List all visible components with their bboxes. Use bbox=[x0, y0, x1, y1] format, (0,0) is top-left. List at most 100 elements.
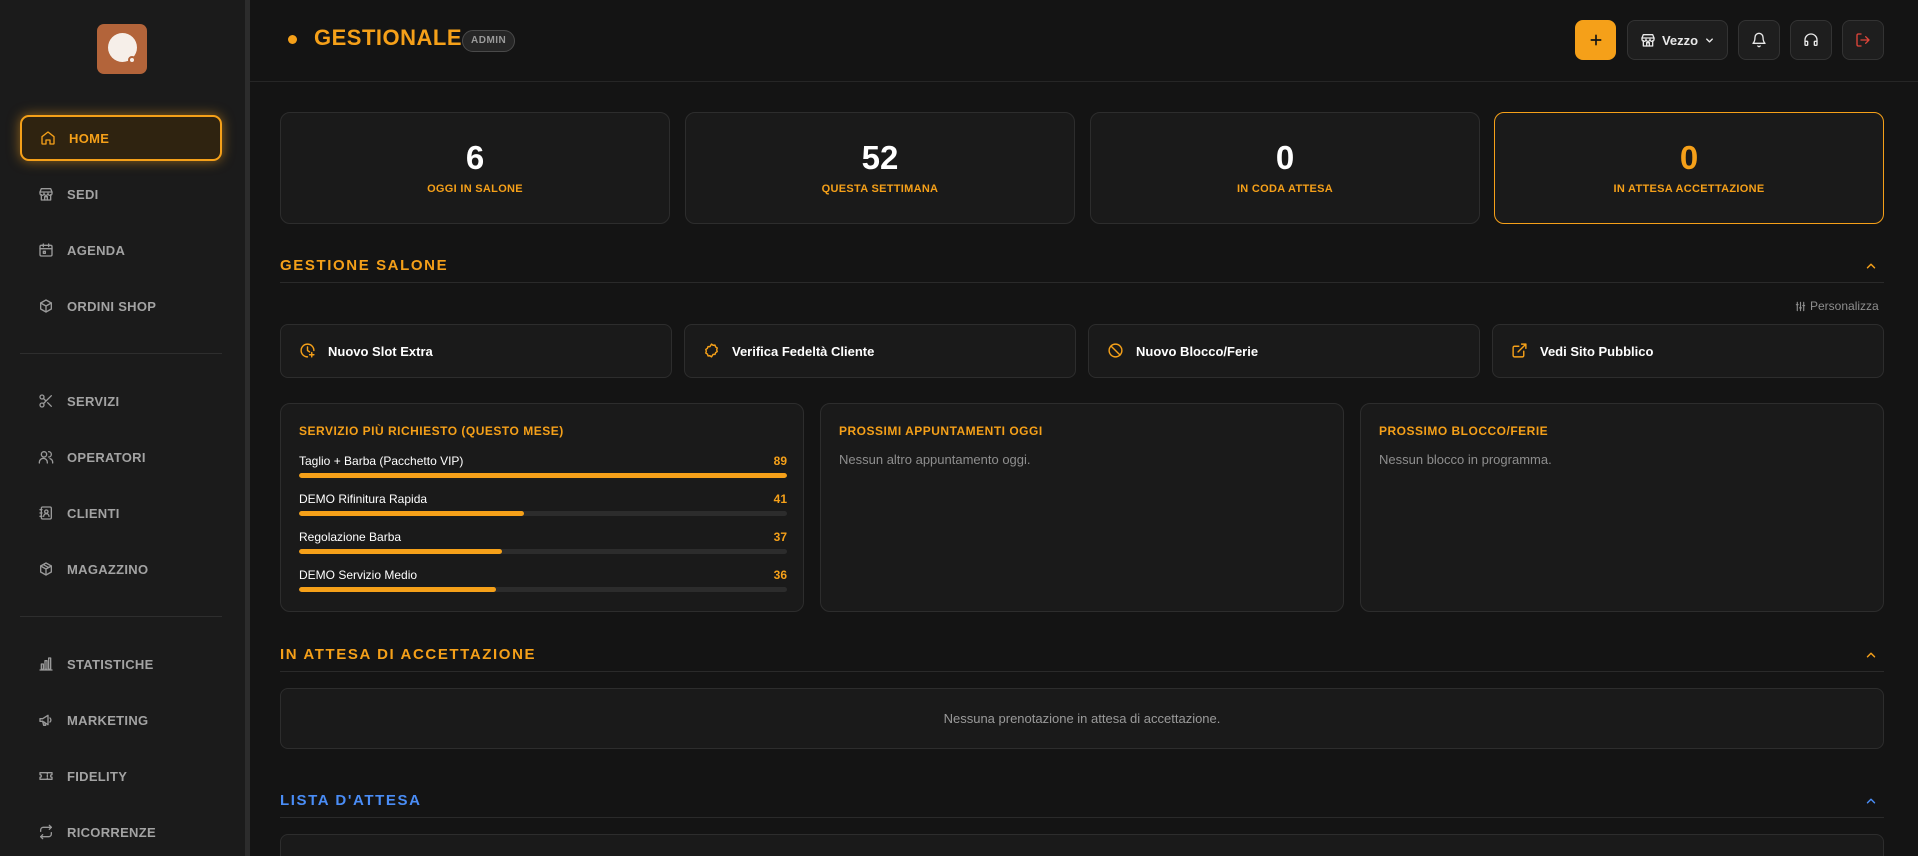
action-label: Nuovo Blocco/Ferie bbox=[1136, 343, 1259, 359]
sidebar-item-label: MAGAZZINO bbox=[67, 561, 149, 577]
service-bar-fill bbox=[299, 587, 497, 592]
badge-icon bbox=[703, 342, 721, 360]
logout-icon bbox=[1856, 33, 1870, 47]
section-pending-acceptance[interactable]: IN ATTESA DI ACCETTAZIONE bbox=[280, 642, 1884, 672]
service-count: 41 bbox=[773, 492, 787, 506]
service-bar-track bbox=[299, 511, 787, 516]
chevron-up-icon[interactable] bbox=[1864, 259, 1878, 273]
box-icon bbox=[37, 560, 55, 578]
stat-card-coda[interactable]: 0 IN CODA ATTESA bbox=[1090, 112, 1480, 224]
section-title: IN ATTESA DI ACCETTAZIONE bbox=[280, 646, 537, 663]
plus-icon bbox=[1590, 34, 1601, 46]
sidebar-item-ricorrenze[interactable]: RICORRENZE bbox=[20, 809, 222, 855]
action-label: Verifica Fedeltà Cliente bbox=[732, 343, 875, 359]
action-label: Vedi Sito Pubblico bbox=[1540, 343, 1654, 359]
page-title: GESTIONALE bbox=[314, 25, 463, 50]
chevron-down-icon bbox=[1706, 37, 1713, 43]
logout-button[interactable] bbox=[1842, 20, 1884, 60]
sidebar-item-label: FIDELITY bbox=[67, 768, 128, 784]
external-link-icon bbox=[1511, 342, 1529, 360]
section-title: GESTIONE SALONE bbox=[280, 257, 449, 274]
action-nuovo-slot-extra[interactable]: Nuovo Slot Extra bbox=[280, 324, 672, 378]
service-count: 37 bbox=[773, 530, 787, 544]
sidebar-divider bbox=[20, 353, 222, 354]
action-label: Nuovo Slot Extra bbox=[328, 343, 433, 359]
sidebar: HOME SEDI AGENDA ORDINI SHOP SERVIZI OPE… bbox=[0, 0, 245, 856]
section-title: LISTA D'ATTESA bbox=[280, 792, 422, 809]
service-name: Regolazione Barba bbox=[299, 530, 402, 544]
pending-empty-box: Nessuna prenotazione in attesa di accett… bbox=[280, 688, 1884, 749]
service-bar-track bbox=[299, 587, 787, 592]
stat-value: 0 bbox=[1679, 139, 1699, 176]
sidebar-item-fidelity[interactable]: FIDELITY bbox=[20, 753, 222, 799]
sidebar-item-home[interactable]: HOME bbox=[20, 115, 222, 161]
section-gestione-salone[interactable]: GESTIONE SALONE bbox=[280, 253, 1884, 283]
repeat-icon bbox=[37, 823, 55, 841]
sidebar-item-magazzino[interactable]: MAGAZZINO bbox=[20, 546, 222, 592]
stat-card-accettazione[interactable]: 0 IN ATTESA ACCETTAZIONE bbox=[1494, 112, 1884, 224]
location-selector[interactable]: Vezzo bbox=[1627, 20, 1728, 60]
calendar-icon bbox=[37, 241, 55, 259]
empty-message: Nessun blocco in programma. bbox=[1379, 452, 1552, 467]
service-name: DEMO Servizio Medio bbox=[299, 568, 418, 582]
sidebar-item-servizi[interactable]: SERVIZI bbox=[20, 378, 222, 424]
service-name: DEMO Rifinitura Rapida bbox=[299, 492, 428, 506]
sidebar-scrollbar[interactable] bbox=[245, 0, 250, 856]
notifications-button[interactable] bbox=[1738, 20, 1780, 60]
stat-card-oggi[interactable]: 6 OGGI IN SALONE bbox=[280, 112, 670, 224]
app-logo[interactable] bbox=[97, 24, 147, 74]
service-count: 89 bbox=[773, 454, 787, 468]
sidebar-item-label: AGENDA bbox=[67, 242, 126, 258]
ban-icon bbox=[1107, 342, 1125, 360]
action-vedi-sito[interactable]: Vedi Sito Pubblico bbox=[1492, 324, 1884, 378]
clock-plus-icon bbox=[299, 342, 317, 360]
panel-top-services: SERVIZIO PIÙ RICHIESTO (QUESTO MESE) Tag… bbox=[280, 403, 804, 612]
sidebar-item-operatori[interactable]: OPERATORI bbox=[20, 434, 222, 480]
store-icon bbox=[1641, 34, 1655, 47]
customize-link[interactable]: Personalizza bbox=[1795, 299, 1879, 313]
panel-title: PROSSIMI APPUNTAMENTI OGGI bbox=[839, 424, 1043, 438]
package-icon bbox=[37, 297, 55, 315]
service-row: Regolazione Barba 37 bbox=[299, 530, 787, 554]
action-nuovo-blocco[interactable]: Nuovo Blocco/Ferie bbox=[1088, 324, 1480, 378]
headset-icon bbox=[1804, 33, 1818, 46]
service-bar-fill bbox=[299, 549, 502, 554]
support-button[interactable] bbox=[1790, 20, 1832, 60]
users-icon bbox=[37, 448, 55, 466]
sidebar-item-sedi[interactable]: SEDI bbox=[20, 171, 222, 217]
service-bar-fill bbox=[299, 511, 524, 516]
stat-value: 52 bbox=[861, 139, 899, 176]
status-dot bbox=[288, 35, 297, 44]
section-waitlist[interactable]: LISTA D'ATTESA bbox=[280, 788, 1884, 818]
panel-next-appointments: PROSSIMI APPUNTAMENTI OGGI Nessun altro … bbox=[820, 403, 1344, 612]
chevron-up-icon[interactable] bbox=[1864, 794, 1878, 808]
service-bar-track bbox=[299, 549, 787, 554]
customize-label: Personalizza bbox=[1810, 299, 1879, 313]
stat-label: OGGI IN SALONE bbox=[427, 183, 523, 195]
sidebar-item-clienti[interactable]: CLIENTI bbox=[20, 490, 222, 536]
scissors-icon bbox=[37, 392, 55, 410]
contact-icon bbox=[37, 504, 55, 522]
add-button[interactable] bbox=[1575, 20, 1616, 60]
sidebar-item-label: CLIENTI bbox=[67, 505, 120, 521]
stat-card-settimana[interactable]: 52 QUESTA SETTIMANA bbox=[685, 112, 1075, 224]
stat-label: IN ATTESA ACCETTAZIONE bbox=[1613, 183, 1765, 195]
sidebar-item-agenda[interactable]: AGENDA bbox=[20, 227, 222, 273]
service-bar-fill bbox=[299, 473, 787, 478]
sidebar-item-label: STATISTICHE bbox=[67, 656, 154, 672]
role-badge: ADMIN bbox=[462, 30, 516, 52]
bar-chart-icon bbox=[37, 655, 55, 673]
action-verifica-fedelta[interactable]: Verifica Fedeltà Cliente bbox=[684, 324, 1076, 378]
stat-value: 6 bbox=[465, 139, 485, 176]
stat-value: 0 bbox=[1275, 139, 1295, 176]
service-name: Taglio + Barba (Pacchetto VIP) bbox=[299, 454, 464, 468]
sidebar-item-marketing[interactable]: MARKETING bbox=[20, 697, 222, 743]
panel-title: SERVIZIO PIÙ RICHIESTO (QUESTO MESE) bbox=[299, 424, 564, 438]
sidebar-item-statistiche[interactable]: STATISTICHE bbox=[20, 641, 222, 687]
megaphone-icon bbox=[37, 711, 55, 729]
sidebar-item-ordini-shop[interactable]: ORDINI SHOP bbox=[20, 283, 222, 329]
service-count: 36 bbox=[773, 568, 787, 582]
service-row: Taglio + Barba (Pacchetto VIP) 89 bbox=[299, 454, 787, 478]
panel-next-block: PROSSIMO BLOCCO/FERIE Nessun blocco in p… bbox=[1360, 403, 1884, 612]
chevron-up-icon[interactable] bbox=[1864, 648, 1878, 662]
